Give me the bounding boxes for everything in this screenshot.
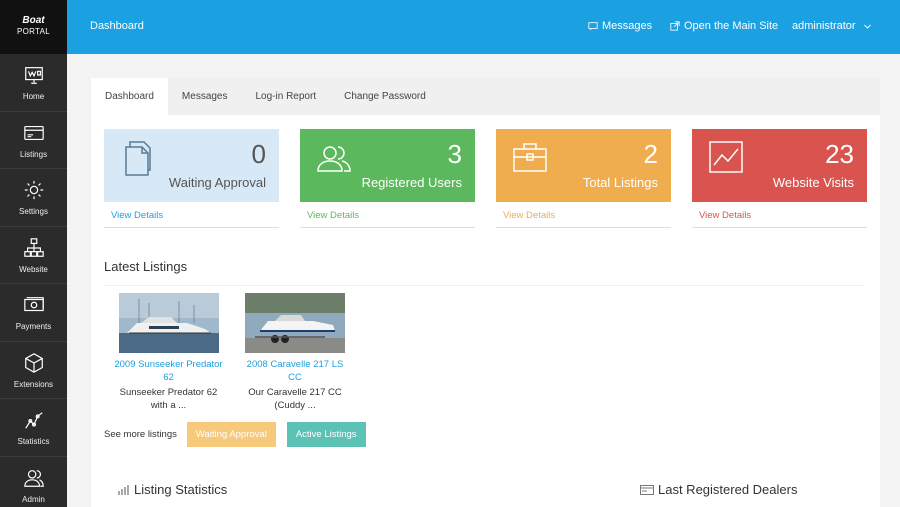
sidebar-item-home[interactable]: Home [0, 54, 67, 112]
active-listings-button[interactable]: Active Listings [286, 422, 366, 447]
users-icon [23, 469, 44, 487]
message-icon [588, 22, 598, 31]
card-total-listings: 2 Total Listings View Details [496, 129, 671, 228]
sidebar-item-listings[interactable]: Listings [0, 112, 67, 169]
user-name: administrator [792, 20, 856, 32]
listing-statistics-title: Listing Statistics [118, 482, 227, 497]
listing-title-link[interactable]: 2009 Sunseeker Predator 62 [111, 358, 226, 384]
main-site-label: Open the Main Site [684, 20, 779, 32]
last-dealers-label: Last Registered Dealers [658, 482, 798, 497]
sitemap-icon [23, 237, 44, 257]
sidebar: Boat PORTAL Home Listings Settings Websi… [0, 0, 67, 507]
card-waiting-box: 0 Waiting Approval [104, 129, 279, 202]
tab-dashboard[interactable]: Dashboard [91, 78, 168, 115]
tab-bar: Dashboard Messages Log-in Report Change … [91, 78, 880, 115]
listing-description: Sunseeker Predator 62 with a ... [119, 387, 218, 411]
sidebar-item-label: Home [22, 92, 45, 101]
sidebar-item-label: Website [19, 264, 48, 274]
view-details-link[interactable]: View Details [692, 202, 867, 228]
tab-login-report[interactable]: Log-in Report [242, 78, 331, 115]
card-website-visits: 23 Website Visits View Details [692, 129, 867, 228]
card-value: 0 [251, 139, 266, 169]
cube-icon [24, 352, 43, 373]
card-value: 3 [447, 139, 462, 169]
documents-icon [125, 141, 151, 176]
divider [104, 285, 864, 286]
view-details-link[interactable]: View Details [300, 202, 475, 228]
card-title: Total Listings [582, 175, 658, 190]
last-dealers-title: Last Registered Dealers [640, 482, 797, 497]
sidebar-item-label: Statistics [17, 437, 50, 446]
brand-line2: PORTAL [16, 27, 51, 36]
gear-icon [24, 180, 43, 200]
brand-line1: Boat [22, 15, 45, 26]
listings-icon [23, 125, 44, 140]
briefcase-icon [513, 143, 547, 172]
sidebar-item-payments[interactable]: Payments [0, 284, 67, 342]
listing-statistics-label: Listing Statistics [134, 482, 228, 497]
card-icon [640, 484, 654, 495]
user-menu[interactable]: administrator [792, 20, 872, 32]
card-title: Registered Users [361, 175, 462, 190]
sidebar-item-website[interactable]: Website [0, 227, 67, 284]
messages-link[interactable]: Messages [588, 20, 652, 32]
listing-item: 2008 Caravelle 217 LS CC Our Caravelle 2… [240, 293, 350, 412]
card-listings-box: 2 Total Listings [496, 129, 671, 202]
waiting-approval-button[interactable]: Waiting Approval [186, 422, 276, 447]
sidebar-item-admin[interactable]: Admin [0, 457, 67, 507]
latest-listings-title: Latest Listings [104, 259, 188, 274]
home-icon [24, 67, 43, 84]
users-icon [317, 146, 351, 172]
listing-thumbnail[interactable] [245, 293, 345, 353]
card-value: 2 [643, 139, 658, 169]
chevron-down-icon [863, 24, 871, 29]
tab-change-password[interactable]: Change Password [330, 78, 440, 115]
sidebar-item-label: Settings [19, 207, 48, 216]
money-icon [23, 297, 44, 312]
card-value: 23 [825, 139, 854, 169]
sidebar-item-label: Listings [19, 149, 48, 159]
card-users-box: 3 Registered Users [300, 129, 475, 202]
listing-title-link[interactable]: 2008 Caravelle 217 LS CC [240, 358, 350, 384]
see-more-label: See more listings [104, 429, 177, 440]
listing-thumbnail[interactable] [118, 293, 219, 353]
breadcrumb[interactable]: Dashboard [90, 20, 144, 32]
card-waiting-approval: 0 Waiting Approval View Details [104, 129, 279, 228]
area-chart-icon [709, 141, 743, 173]
sidebar-item-statistics[interactable]: Statistics [0, 399, 67, 457]
sidebar-item-settings[interactable]: Settings [0, 169, 67, 227]
main-site-link[interactable]: Open the Main Site [670, 20, 778, 32]
listing-item: 2009 Sunseeker Predator 62 Sunseeker Pre… [111, 293, 226, 412]
bar-chart-icon [118, 484, 129, 495]
sidebar-item-label: Payments [15, 322, 52, 331]
card-visits-box: 23 Website Visits [692, 129, 867, 202]
card-registered-users: 3 Registered Users View Details [300, 129, 475, 228]
card-title: Waiting Approval [168, 175, 266, 190]
dashboard-panel: Dashboard Messages Log-in Report Change … [91, 78, 880, 507]
card-title: Website Visits [772, 175, 854, 190]
line-chart-icon [24, 412, 43, 429]
view-details-link[interactable]: View Details [104, 202, 279, 228]
external-link-icon [670, 21, 680, 31]
sidebar-item-label: Admin [22, 494, 45, 504]
view-details-link[interactable]: View Details [496, 202, 671, 228]
sidebar-item-label: Extensions [13, 379, 54, 389]
brand-logo[interactable]: Boat PORTAL [0, 0, 67, 54]
listing-description: Our Caravelle 217 CC (Cuddy ... [248, 387, 342, 411]
top-bar: Dashboard Messages Open the Main Site ad… [67, 0, 900, 54]
sidebar-item-extensions[interactable]: Extensions [0, 342, 67, 399]
tab-messages[interactable]: Messages [168, 78, 242, 115]
messages-label: Messages [602, 20, 653, 32]
see-more-row: See more listings Waiting Approval Activ… [104, 422, 377, 447]
